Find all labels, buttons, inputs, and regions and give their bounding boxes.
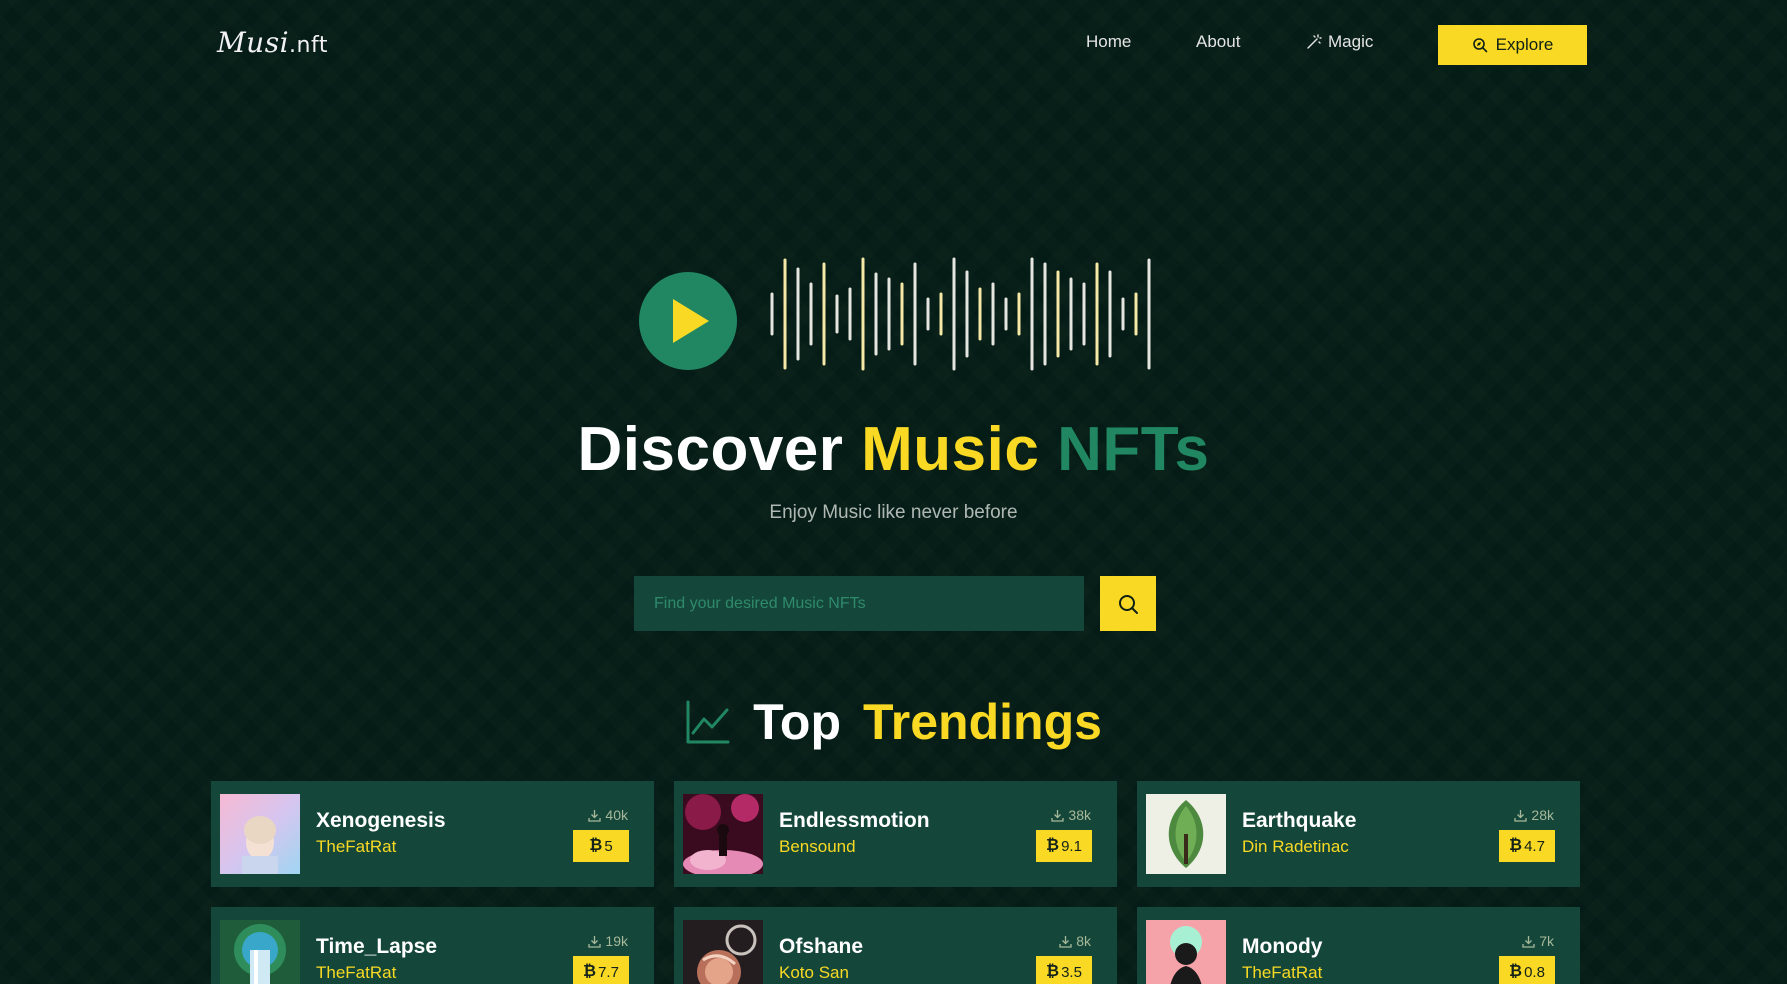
search-input[interactable] (634, 576, 1084, 631)
trending-section-title: Top Trendings (0, 693, 1787, 751)
hero-title: Discover Music NFTs (0, 414, 1787, 485)
price-badge[interactable]: ₿ 9.1 (1036, 830, 1092, 862)
nav-home-label: Home (1086, 32, 1132, 51)
play-count: 40k (588, 807, 628, 823)
play-count-value: 7k (1539, 933, 1554, 949)
play-count: 19k (588, 933, 628, 949)
price-badge[interactable]: ₿ 3.5 (1036, 956, 1092, 984)
track-name: Xenogenesis (316, 809, 446, 832)
download-icon (588, 809, 602, 822)
trending-card[interactable]: Monody TheFatRat 7k ₿ 0.8 (1137, 907, 1580, 984)
artist-name: Din Radetinac (1242, 837, 1349, 856)
hero-title-word-2: Music (861, 415, 1040, 484)
play-count: 38k (1051, 807, 1091, 823)
price-value: 5 (604, 837, 613, 855)
download-icon (1522, 935, 1535, 948)
play-count: 28k (1514, 807, 1554, 823)
price-badge[interactable]: ₿ 4.7 (1499, 830, 1555, 862)
album-art (683, 920, 763, 984)
artist-name: Koto San (779, 963, 849, 982)
artist-name: Bensound (779, 837, 856, 856)
trending-title-word-1: Top (753, 694, 841, 750)
play-count: 7k (1522, 933, 1554, 949)
play-count-value: 8k (1076, 933, 1091, 949)
play-count-value: 40k (605, 807, 628, 823)
bitcoin-icon: ₿ (583, 963, 597, 980)
bitcoin-icon: ₿ (1046, 837, 1060, 854)
album-art (220, 794, 300, 874)
play-button[interactable] (639, 272, 737, 370)
logo-script: Musi (217, 26, 290, 59)
logo[interactable]: Musi.nft (217, 26, 328, 59)
hero-title-word-1: Discover (577, 415, 844, 484)
nav-magic[interactable]: Magic (1306, 32, 1373, 52)
price-badge[interactable]: ₿ 0.8 (1499, 956, 1555, 984)
album-art (220, 920, 300, 984)
track-name: Earthquake (1242, 809, 1357, 832)
price-value: 3.5 (1061, 963, 1082, 981)
play-count-value: 28k (1531, 807, 1554, 823)
search-button[interactable] (1100, 576, 1156, 631)
price-value: 7.7 (598, 963, 619, 981)
nav-home[interactable]: Home (1086, 32, 1131, 52)
magic-wand-icon (1307, 34, 1322, 49)
artist-name: TheFatRat (316, 837, 397, 856)
track-name: Time_Lapse (316, 935, 438, 958)
play-count: 8k (1059, 933, 1091, 949)
nav-about[interactable]: About (1196, 32, 1240, 52)
album-art (1146, 920, 1226, 984)
explore-button[interactable]: Explore (1438, 25, 1587, 65)
download-icon (1051, 809, 1065, 822)
hero-title-word-3: NFTs (1057, 415, 1210, 484)
audio-waveform (770, 257, 1151, 371)
logo-suffix: .nft (289, 33, 328, 58)
download-icon (1514, 809, 1528, 822)
price-value: 9.1 (1061, 837, 1082, 855)
nav-magic-label: Magic (1328, 32, 1374, 51)
bitcoin-icon: ₿ (1046, 963, 1060, 980)
explore-label: Explore (1495, 35, 1554, 54)
trending-chart-icon (686, 700, 730, 744)
trending-title-word-2: Trendings (863, 694, 1102, 750)
price-badge[interactable]: ₿ 5 (573, 830, 629, 862)
compass-search-icon (1472, 38, 1487, 53)
search-icon (1119, 594, 1138, 614)
album-art (683, 794, 763, 874)
bitcoin-icon: ₿ (589, 837, 603, 854)
trending-card[interactable]: Endlessmotion Bensound 38k ₿ 9.1 (674, 781, 1117, 887)
trending-card[interactable]: Xenogenesis TheFatRat 40k ₿ 5 (211, 781, 654, 887)
trending-card[interactable]: Time_Lapse TheFatRat 19k ₿ 7.7 (211, 907, 654, 984)
play-count-value: 38k (1068, 807, 1091, 823)
price-value: 4.7 (1524, 837, 1545, 855)
artist-name: TheFatRat (1242, 963, 1323, 982)
download-icon (1059, 935, 1072, 948)
track-name: Ofshane (779, 935, 864, 958)
download-icon (588, 935, 602, 948)
price-badge[interactable]: ₿ 7.7 (573, 956, 629, 984)
track-name: Endlessmotion (779, 809, 930, 832)
artist-name: TheFatRat (316, 963, 397, 982)
track-name: Monody (1242, 935, 1323, 958)
play-icon (673, 299, 709, 343)
album-art (1146, 794, 1226, 874)
hero-subtitle: Enjoy Music like never before (769, 502, 1018, 523)
trending-card[interactable]: Ofshane Koto San 8k ₿ 3.5 (674, 907, 1117, 984)
play-count-value: 19k (605, 933, 628, 949)
trending-card[interactable]: Earthquake Din Radetinac 28k ₿ 4.7 (1137, 781, 1580, 887)
nav-about-label: About (1196, 32, 1241, 51)
bitcoin-icon: ₿ (1509, 837, 1523, 854)
price-value: 0.8 (1524, 963, 1545, 981)
bitcoin-icon: ₿ (1509, 963, 1523, 980)
